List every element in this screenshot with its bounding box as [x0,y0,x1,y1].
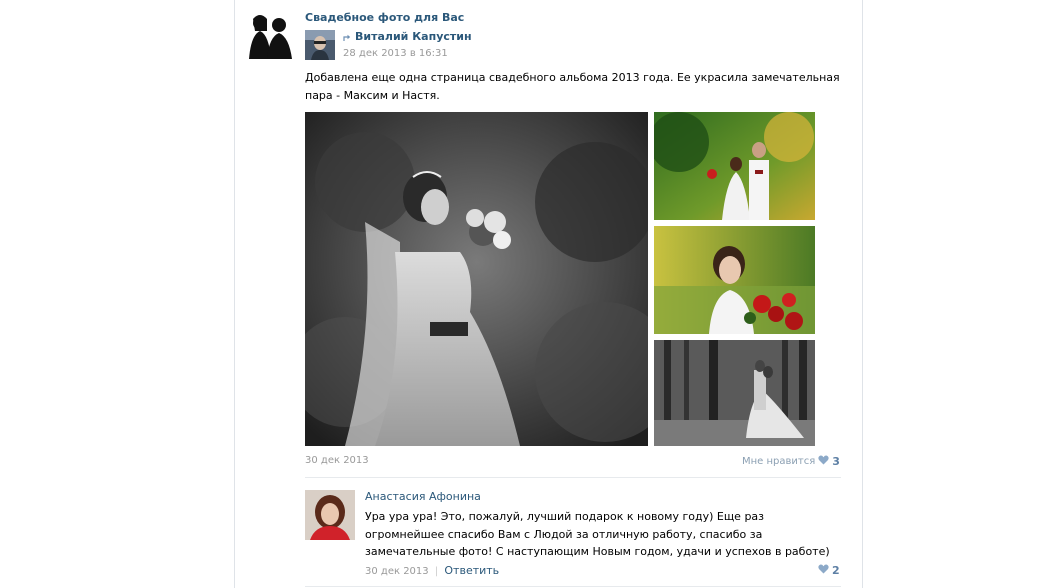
post-footer-date[interactable]: 30 дек 2013 [305,455,369,466]
comment-like-count: 2 [832,564,840,577]
heart-icon [818,455,829,468]
left-column-border [234,0,235,588]
reply-button[interactable]: Ответить [444,564,499,577]
comment-date-link[interactable]: 30 дек 2013 [365,566,429,577]
repost-arrow-icon [343,32,352,41]
comment-author-link[interactable]: Анастасия Афонина [365,490,481,503]
comment-text: Ура ура ура! Это, пожалуй, лучший подаро… [365,510,830,558]
group-avatar[interactable] [245,9,295,59]
comment-divider [305,477,841,478]
heart-icon [818,564,829,577]
repost-author-link[interactable]: Виталий Капустин [355,30,472,43]
post-photo-1[interactable] [305,112,648,446]
comment-bottom-divider [305,586,841,587]
post-photo-3[interactable] [654,226,815,334]
post-date-link[interactable]: 28 дек 2013 в 16:31 [343,48,448,59]
like-label: Мне нравится [742,456,816,467]
post-photo-4[interactable] [654,340,815,446]
comment-author-avatar[interactable] [305,490,355,540]
post-text: Добавлена еще одна страница свадебного а… [305,71,840,102]
right-column-border [862,0,863,588]
comment-meta-separator: | [434,566,439,577]
post-like-button[interactable]: Мне нравится 3 [742,455,840,468]
comment-like-button[interactable]: 2 [818,564,840,577]
comment-meta: 30 дек 2013 | Ответить [365,564,499,577]
like-count: 3 [832,455,840,468]
repost-author-avatar[interactable] [305,30,335,60]
group-name-link[interactable]: Свадебное фото для Вас [305,11,464,24]
post-photo-2[interactable] [654,112,815,220]
